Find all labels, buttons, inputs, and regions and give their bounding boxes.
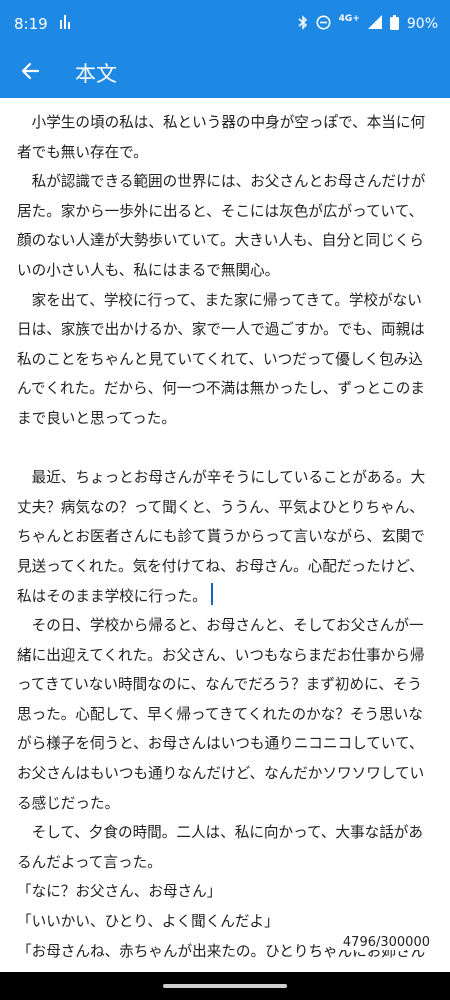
- character-counter: 4796/300000: [340, 935, 430, 950]
- app-bar: 本文: [0, 48, 450, 98]
- gesture-handle[interactable]: [163, 984, 287, 988]
- dialogue-line: 「なに？お父さん、お母さん」: [17, 883, 222, 901]
- dialogue-line: 「いいかい、ひとり、よく聞くんだよ」: [17, 913, 279, 931]
- status-bar: 8:19 4G+ 90%: [0, 0, 450, 48]
- status-time: 8:19: [14, 15, 48, 33]
- status-right: 4G+ 90%: [298, 14, 438, 34]
- navigation-bar: [0, 972, 450, 1000]
- network-type: 4G+: [338, 14, 360, 24]
- paragraph: 小学生の頃の私は、私という器の中身が空っぽで、本当に何者でも無い存在で。: [17, 114, 426, 161]
- do-not-disturb-icon: [316, 15, 331, 34]
- status-left: 8:19: [14, 15, 71, 33]
- page-title: 本文: [75, 62, 117, 86]
- paragraph: 家を出て、学校に行って、また家に帰ってきて。学校がない日は、家族で出かけるか、家…: [17, 291, 425, 427]
- paragraph: そして、夕食の時間。二人は、私に向かって、大事な話があるんだよって言った。: [17, 824, 423, 871]
- data-activity-icon: [59, 15, 71, 33]
- battery-level: 90%: [406, 16, 438, 32]
- battery-icon: [389, 14, 399, 34]
- paragraph: その日、学校から帰ると、お母さんと、そしてお父さんが一緒に出迎えてくれた。お父さ…: [17, 617, 425, 812]
- body-text-editor[interactable]: 小学生の頃の私は、私という器の中身が空っぽで、本当に何者でも無い存在で。 私が認…: [17, 100, 435, 996]
- paragraph: 最近、ちょっとお母さんが辛そうにしていることがある。大丈夫？病気なの？って聞くと…: [17, 469, 426, 605]
- paragraph-with-caret: 最近、ちょっとお母さんが辛そうにしていることがある。大丈夫？病気なの？って聞くと…: [17, 463, 435, 611]
- paragraph: 私が認識できる範囲の世界には、お父さんとお母さんだけが居た。家から一歩外に出ると…: [17, 173, 426, 279]
- arrow-left-icon: [20, 61, 40, 85]
- bluetooth-icon: [298, 14, 308, 34]
- signal-icon: [367, 15, 382, 33]
- text-cursor: [210, 582, 213, 605]
- back-button[interactable]: [15, 58, 45, 88]
